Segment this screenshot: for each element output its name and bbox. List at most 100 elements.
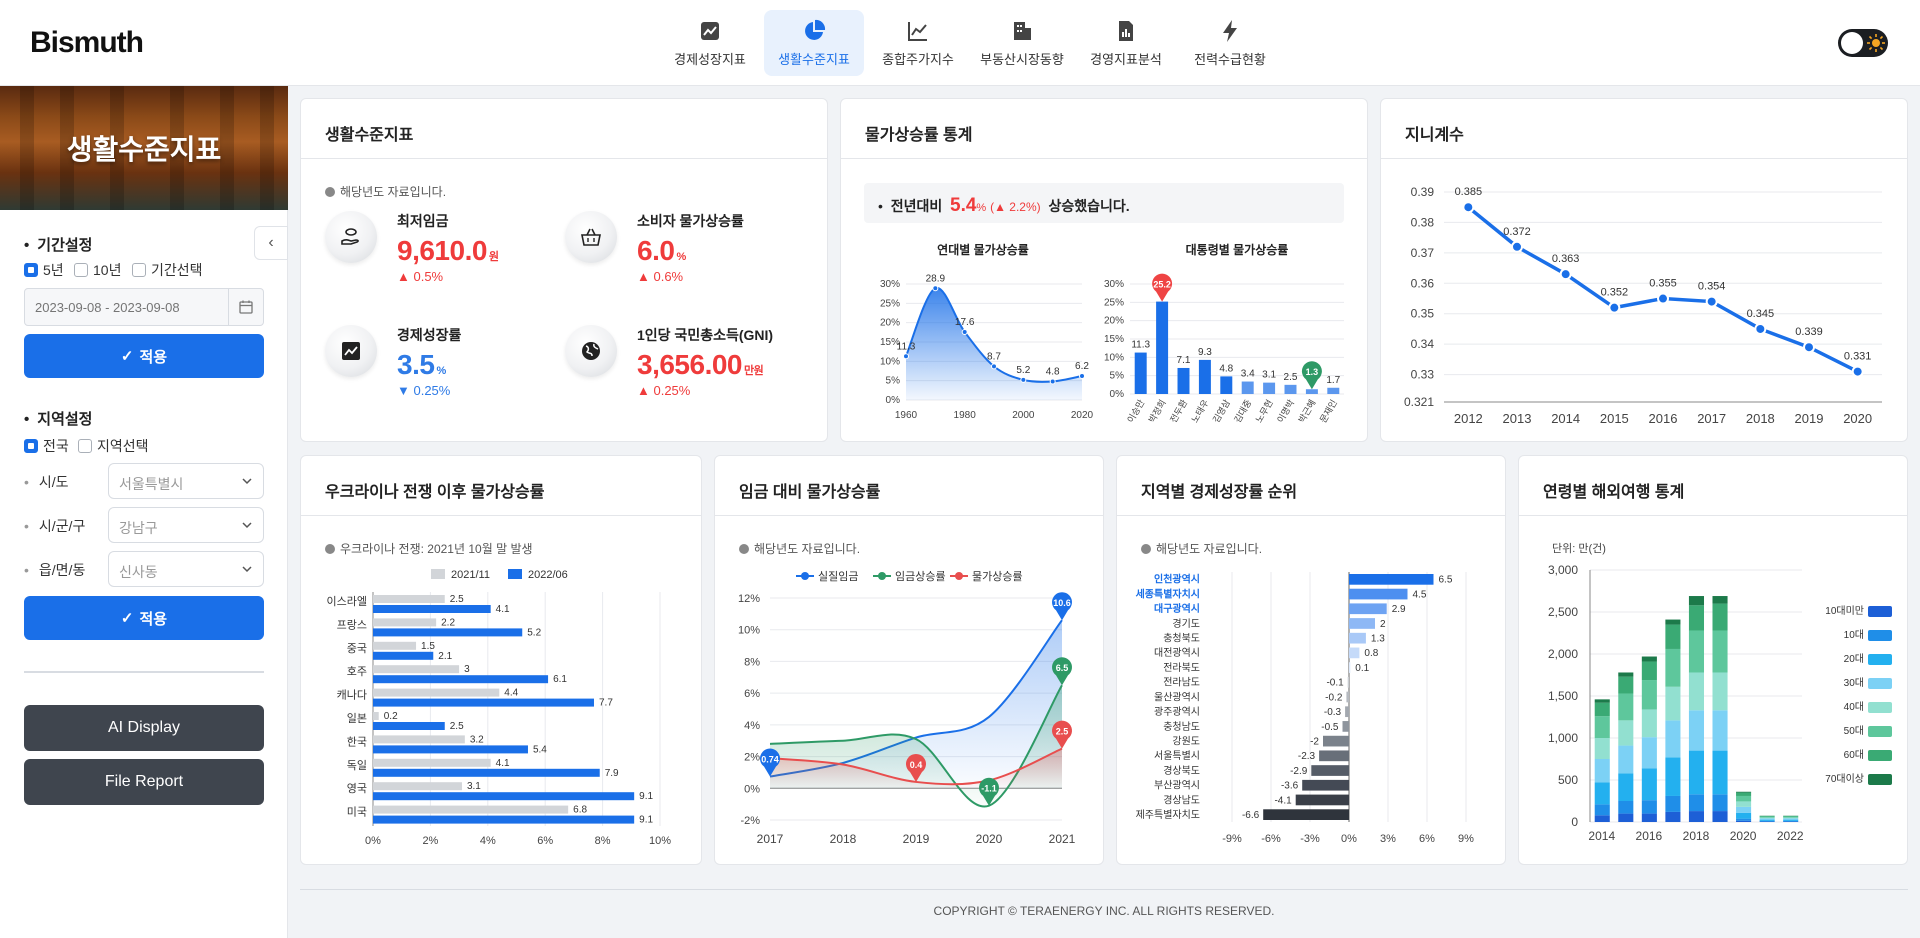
nav-item-business-analysis[interactable]: 경영지표분석 (1076, 10, 1176, 76)
regional-growth-chart: -9% -6% -3% 0% 3% 6% 9% 6.5 인천광역시 4.5 세종특별자치시 2.9 대구… (1136, 572, 1474, 845)
option-label: 기간선택 (151, 262, 203, 278)
data-label: 9.1 (639, 791, 653, 802)
legend-label: 임금상승률 (895, 570, 946, 583)
legend-swatch (1868, 774, 1892, 785)
y-tick-label: 8% (744, 656, 760, 668)
kpi-change: ▲ 0.25% (637, 383, 691, 398)
x-tick-label: 2020 (1730, 829, 1757, 843)
x-tick-label: 2021 (1049, 832, 1076, 846)
data-label: 2.9 (1392, 604, 1406, 615)
x-tick-label: 2013 (1503, 411, 1532, 426)
marker-label: 0.4 (910, 760, 923, 770)
bar (373, 782, 462, 791)
stacked-bar-segment (1594, 804, 1610, 816)
basket-icon (565, 211, 617, 263)
ukraine-note: 우크라이나 전쟁: 2021년 10월 말 발생 (325, 540, 533, 557)
legend-label: 물가상승률 (972, 570, 1023, 583)
card-title: 우크라이나 전쟁 이후 물가상승률 (301, 456, 701, 516)
x-tick-label: 2014 (1551, 411, 1580, 426)
stacked-bar-segment (1618, 813, 1634, 822)
region-option-select[interactable]: 지역선택 (78, 436, 149, 456)
y-tick-label: 2,500 (1548, 605, 1578, 619)
bar (373, 665, 460, 674)
theme-toggle[interactable] (1838, 29, 1888, 57)
data-label: 0.1 (1355, 663, 1369, 674)
sidebar-collapse-button[interactable]: ‹ (254, 226, 288, 260)
x-tick-label: -6% (1261, 833, 1281, 845)
wage-note: 해당년도 자료입니다. (739, 540, 860, 557)
period-option-custom[interactable]: 기간선택 (132, 260, 203, 280)
bar (373, 792, 635, 801)
info-icon (1141, 543, 1151, 554)
dong-select[interactable]: 신사동 (108, 551, 264, 587)
ai-display-button[interactable]: AI Display (24, 705, 264, 751)
chevron-down-icon (241, 562, 253, 578)
stacked-bar-segment (1618, 773, 1634, 801)
nav-item-economic-growth[interactable]: 경제성장지표 (660, 10, 760, 76)
dong-label: 읍/면/동 (24, 560, 85, 580)
info-suffix: 상승했습니다. (1048, 198, 1130, 214)
data-label: 6.1 (553, 674, 567, 685)
bar (1311, 765, 1349, 776)
decade-inflation-chart: 연대별 물가상승률0%5%10%15%20%25%30%11.328.917.6… (880, 242, 1094, 421)
x-tick-label: 2020 (1071, 410, 1094, 421)
data-label: 1.5 (421, 641, 435, 652)
y-tick-label: 충청남도 (1163, 721, 1200, 733)
app-logo[interactable]: Bismuth (30, 26, 144, 60)
select-value: 강남구 (119, 520, 158, 536)
period-option-5y[interactable]: 5년 (24, 260, 64, 280)
y-tick-label: 20% (880, 318, 900, 329)
stacked-bar-segment (1665, 686, 1681, 721)
region-apply-button[interactable]: ✓ 적용 (24, 596, 264, 640)
president-inflation-chart: 대통령별 물가상승률 0% 5% 10% 15% 20% 25% 30% 11.3 이승만 25.2… (1104, 242, 1344, 425)
nav-item-power-supply[interactable]: 전력수급현황 (1180, 10, 1280, 76)
info-icon (739, 543, 749, 554)
bar (1263, 382, 1276, 394)
stacked-bar-segment (1688, 811, 1705, 822)
data-label: 8.7 (987, 351, 1001, 362)
nav-item-living-standard[interactable]: 생활수준지표 (764, 10, 864, 76)
nav-label: 경제성장지표 (674, 51, 746, 67)
y-tick-label: 25% (1104, 297, 1124, 308)
y-tick-label: 0% (1110, 389, 1125, 400)
y-tick-label: 3,000 (1548, 563, 1578, 577)
nav-item-real-estate[interactable]: 부동산시장동향 (972, 10, 1072, 76)
kpi-unit: 만원 (744, 365, 764, 377)
stacked-bar-segment (1641, 813, 1657, 822)
kpi-label: 1인당 국민총소득(GNI) (637, 327, 774, 343)
stacked-bar-segment (1736, 806, 1752, 813)
bar (373, 675, 549, 684)
kpi-value: 3.5 (397, 349, 435, 380)
sido-select[interactable]: 서울특별시 (108, 463, 264, 499)
stacked-bar-segment (1736, 812, 1752, 819)
file-report-button[interactable]: File Report (24, 759, 264, 805)
stacked-bar-segment (1712, 750, 1728, 795)
legend-swatch (431, 569, 445, 579)
bar (373, 712, 379, 720)
kpi-value: 6.0 (637, 235, 675, 266)
bar (373, 628, 523, 637)
lightning-icon (1223, 19, 1237, 42)
period-option-10y[interactable]: 10년 (74, 260, 121, 280)
y-tick-label: 부산광역시 (1154, 780, 1200, 792)
y-tick-label: 인천광역시 (1154, 573, 1200, 586)
button-label: 적용 (139, 348, 168, 366)
period-apply-button[interactable]: ✓ 적용 (24, 334, 264, 378)
data-label: 6.5 (1439, 575, 1453, 586)
y-tick-label: 1,000 (1548, 731, 1578, 745)
sidebar-divider (24, 671, 264, 673)
bar (1349, 632, 1366, 644)
x-tick-label: -9% (1222, 833, 1242, 845)
select-value: 서울특별시 (119, 476, 184, 492)
calendar-icon[interactable] (228, 289, 263, 325)
sigungu-select[interactable]: 강남구 (108, 507, 264, 543)
y-tick-label: 30% (1104, 279, 1124, 290)
wage-inflation-chart: 실질임금 임금상승률 물가상승률 -2% 0% 2% 4% 6% 8% 10% 12% 2017 201… (738, 570, 1076, 846)
data-point (1754, 322, 1767, 335)
region-option-all[interactable]: 전국 (24, 436, 69, 456)
y-tick-label: 2% (744, 752, 760, 764)
toggle-knob (1841, 32, 1863, 54)
nav-item-stock-index[interactable]: 종합주가지수 (868, 10, 968, 76)
card-title: 지역별 경제성장률 순위 (1117, 456, 1505, 516)
data-label: 11.3 (1131, 340, 1150, 351)
